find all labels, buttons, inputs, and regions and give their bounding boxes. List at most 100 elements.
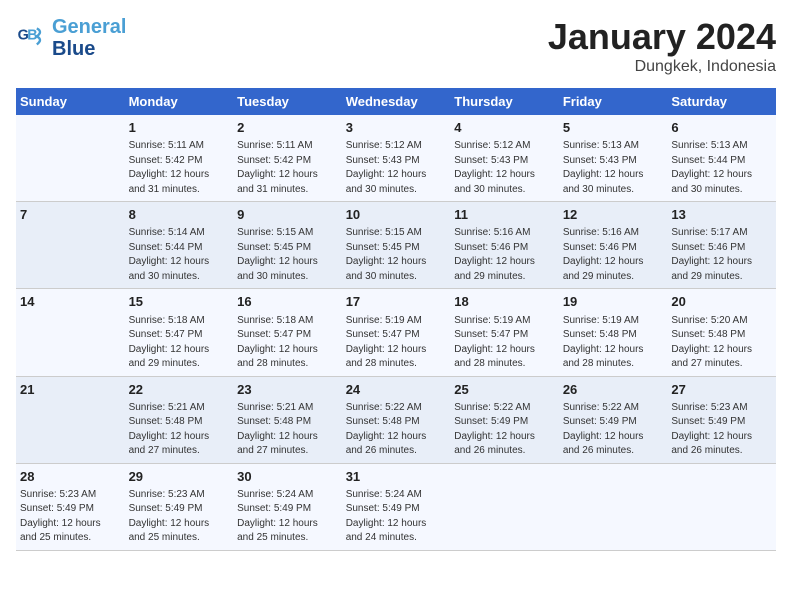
day-number: 22 [129,381,230,399]
day-info: Sunrise: 5:22 AM Sunset: 5:48 PM Dayligh… [346,401,447,459]
calendar-cell [16,115,125,202]
calendar-cell: 18 Sunrise: 5:19 AM Sunset: 5:47 PM Dayli… [450,289,559,376]
calendar-table: SundayMondayTuesdayWednesdayThursdayFrid… [16,88,776,551]
day-number: 1 [129,119,230,137]
day-number: 25 [454,381,555,399]
day-number: 30 [237,468,338,486]
week-row-1: 1 Sunrise: 5:11 AM Sunset: 5:42 PM Daylig… [16,115,776,202]
week-row-5: 28 Sunrise: 5:23 AM Sunset: 5:49 PM Dayli… [16,463,776,550]
weekday-header-row: SundayMondayTuesdayWednesdayThursdayFrid… [16,88,776,115]
page-header: G B General Blue January 2024 Dungkek, I… [16,16,776,76]
calendar-cell: 10 Sunrise: 5:15 AM Sunset: 5:45 PM Dayli… [342,202,451,289]
calendar-cell: 13 Sunrise: 5:17 AM Sunset: 5:46 PM Dayli… [667,202,776,289]
calendar-cell: 6 Sunrise: 5:13 AM Sunset: 5:44 PM Daylig… [667,115,776,202]
day-number: 29 [129,468,230,486]
day-info: Sunrise: 5:15 AM Sunset: 5:45 PM Dayligh… [346,226,447,284]
calendar-cell: 25 Sunrise: 5:22 AM Sunset: 5:49 PM Dayli… [450,376,559,463]
logo-icon: G B [16,22,48,54]
day-info: Sunrise: 5:12 AM Sunset: 5:43 PM Dayligh… [454,139,555,197]
week-row-2: 78 Sunrise: 5:14 AM Sunset: 5:44 PM Dayli… [16,202,776,289]
weekday-header-monday: Monday [125,88,234,115]
weekday-header-wednesday: Wednesday [342,88,451,115]
day-number: 10 [346,206,447,224]
day-number: 26 [563,381,664,399]
calendar-cell: 9 Sunrise: 5:15 AM Sunset: 5:45 PM Daylig… [233,202,342,289]
calendar-cell: 15 Sunrise: 5:18 AM Sunset: 5:47 PM Dayli… [125,289,234,376]
day-info: Sunrise: 5:13 AM Sunset: 5:44 PM Dayligh… [671,139,772,197]
day-info: Sunrise: 5:22 AM Sunset: 5:49 PM Dayligh… [454,401,555,459]
day-info: Sunrise: 5:14 AM Sunset: 5:44 PM Dayligh… [129,226,230,284]
calendar-cell [450,463,559,550]
calendar-cell: 28Sunrise: 5:23 AM Sunset: 5:49 PM Dayli… [16,463,125,550]
logo-text-line2: Blue [52,38,126,60]
day-number: 21 [20,381,121,399]
weekday-header-friday: Friday [559,88,668,115]
day-number: 15 [129,293,230,311]
month-year-title: January 2024 [548,16,776,58]
day-number: 7 [20,206,121,224]
day-number: 5 [563,119,664,137]
day-info: Sunrise: 5:18 AM Sunset: 5:47 PM Dayligh… [237,314,338,372]
day-info: Sunrise: 5:11 AM Sunset: 5:42 PM Dayligh… [237,139,338,197]
day-info: Sunrise: 5:21 AM Sunset: 5:48 PM Dayligh… [237,401,338,459]
day-info: Sunrise: 5:23 AM Sunset: 5:49 PM Dayligh… [129,488,230,546]
day-number: 18 [454,293,555,311]
day-number: 4 [454,119,555,137]
day-number: 19 [563,293,664,311]
weekday-header-saturday: Saturday [667,88,776,115]
day-number: 8 [129,206,230,224]
logo-text-line1: General [52,16,126,38]
calendar-cell: 23 Sunrise: 5:21 AM Sunset: 5:48 PM Dayli… [233,376,342,463]
day-info: Sunrise: 5:19 AM Sunset: 5:47 PM Dayligh… [346,314,447,372]
day-number: 3 [346,119,447,137]
day-number: 20 [671,293,772,311]
title-block: January 2024 Dungkek, Indonesia [548,16,776,76]
calendar-cell: 31 Sunrise: 5:24 AM Sunset: 5:49 PM Dayli… [342,463,451,550]
weekday-header-sunday: Sunday [16,88,125,115]
calendar-cell: 29 Sunrise: 5:23 AM Sunset: 5:49 PM Dayli… [125,463,234,550]
week-row-4: 21 22 Sunrise: 5:21 AM Sunset: 5:48 PM Day… [16,376,776,463]
calendar-cell: 4 Sunrise: 5:12 AM Sunset: 5:43 PM Daylig… [450,115,559,202]
day-number: 23 [237,381,338,399]
day-number: 9 [237,206,338,224]
week-row-3: 14 15 Sunrise: 5:18 AM Sunset: 5:47 PM Day… [16,289,776,376]
day-number: 17 [346,293,447,311]
day-info: Sunrise: 5:11 AM Sunset: 5:42 PM Dayligh… [129,139,230,197]
day-number: 2 [237,119,338,137]
day-info: Sunrise: 5:18 AM Sunset: 5:47 PM Dayligh… [129,314,230,372]
calendar-cell: 20Sunrise: 5:20 AM Sunset: 5:48 PM Dayli… [667,289,776,376]
calendar-cell: 7 [16,202,125,289]
day-info: Sunrise: 5:19 AM Sunset: 5:47 PM Dayligh… [454,314,555,372]
day-number: 31 [346,468,447,486]
day-number: 24 [346,381,447,399]
day-info: Sunrise: 5:12 AM Sunset: 5:43 PM Dayligh… [346,139,447,197]
calendar-cell: 27 Sunrise: 5:23 AM Sunset: 5:49 PM Dayli… [667,376,776,463]
day-info: Sunrise: 5:13 AM Sunset: 5:43 PM Dayligh… [563,139,664,197]
calendar-cell: 3 Sunrise: 5:12 AM Sunset: 5:43 PM Daylig… [342,115,451,202]
day-info: Sunrise: 5:24 AM Sunset: 5:49 PM Dayligh… [237,488,338,546]
day-number: 14 [20,293,121,311]
day-number: 28 [20,468,121,486]
day-number: 12 [563,206,664,224]
day-info: Sunrise: 5:15 AM Sunset: 5:45 PM Dayligh… [237,226,338,284]
day-number: 16 [237,293,338,311]
day-info: Sunrise: 5:23 AM Sunset: 5:49 PM Dayligh… [671,401,772,459]
day-info: Sunrise: 5:22 AM Sunset: 5:49 PM Dayligh… [563,401,664,459]
location-subtitle: Dungkek, Indonesia [548,58,776,76]
day-info: Sunrise: 5:17 AM Sunset: 5:46 PM Dayligh… [671,226,772,284]
calendar-cell: 30 Sunrise: 5:24 AM Sunset: 5:49 PM Dayli… [233,463,342,550]
weekday-header-tuesday: Tuesday [233,88,342,115]
calendar-cell: 1 Sunrise: 5:11 AM Sunset: 5:42 PM Daylig… [125,115,234,202]
day-info: Sunrise: 5:24 AM Sunset: 5:49 PM Dayligh… [346,488,447,546]
day-info: Sunrise: 5:16 AM Sunset: 5:46 PM Dayligh… [454,226,555,284]
day-number: 13 [671,206,772,224]
day-info: Sunrise: 5:21 AM Sunset: 5:48 PM Dayligh… [129,401,230,459]
calendar-cell [559,463,668,550]
calendar-cell: 16 Sunrise: 5:18 AM Sunset: 5:47 PM Dayli… [233,289,342,376]
day-info: Sunrise: 5:19 AM Sunset: 5:48 PM Dayligh… [563,314,664,372]
day-number: 27 [671,381,772,399]
day-number: 6 [671,119,772,137]
calendar-cell: 5 Sunrise: 5:13 AM Sunset: 5:43 PM Daylig… [559,115,668,202]
calendar-cell: 26 Sunrise: 5:22 AM Sunset: 5:49 PM Dayli… [559,376,668,463]
logo: G B General Blue [16,16,126,60]
